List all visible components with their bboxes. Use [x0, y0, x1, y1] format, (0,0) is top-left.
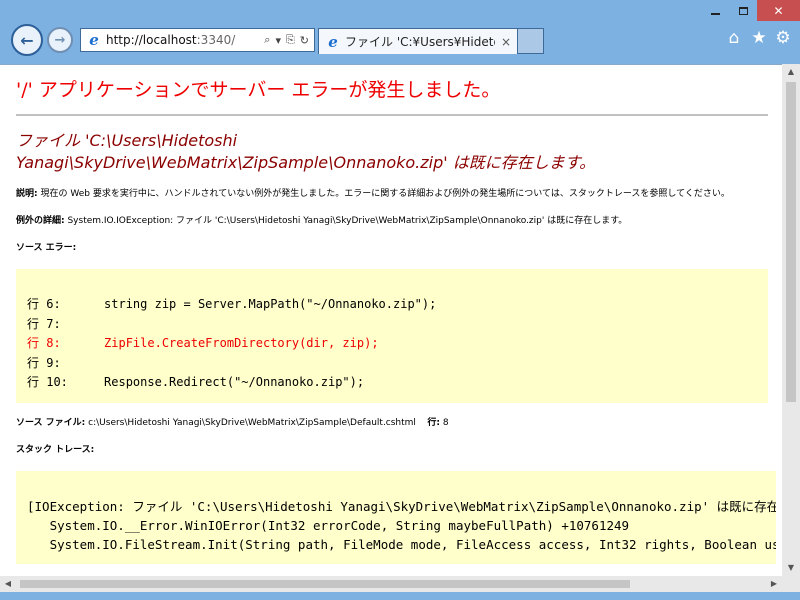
new-tab-button[interactable]	[518, 28, 544, 54]
line-number: 8	[440, 417, 449, 428]
dropdown-icon[interactable]: ▾	[275, 34, 281, 47]
ie-icon: e	[89, 31, 99, 49]
maximize-button[interactable]	[730, 0, 757, 21]
minimize-button[interactable]	[700, 0, 730, 21]
scroll-left-icon[interactable]: ◀	[0, 576, 16, 592]
source-error-label: ソース エラー:	[16, 243, 77, 253]
stack-line: [IOException: ファイル 'C:\Users\Hidetoshi Y…	[27, 498, 776, 514]
address-bar[interactable]: e http://localhost:3340/ ⌕ ▾ ⎘ ↻	[80, 28, 315, 52]
scroll-right-icon[interactable]: ▶	[766, 576, 782, 592]
stack-trace-heading: スタック トレース:	[16, 444, 776, 457]
scrollbar-corner	[782, 576, 800, 592]
close-icon: ✕	[773, 3, 784, 18]
description-text: 現在の Web 要求を実行中に、ハンドルされていない例外が発生しました。エラーに…	[37, 189, 730, 199]
page-title: '/' アプリケーションでサーバー エラーが発生しました。	[16, 79, 501, 101]
error-page: '/' アプリケーションでサーバー エラーが発生しました。 ファイル 'C:\U…	[16, 65, 776, 564]
description: 説明: 現在の Web 要求を実行中に、ハンドルされていない例外が発生しました。…	[16, 188, 776, 201]
compat-view-icon[interactable]: ⎘	[286, 33, 295, 47]
exception-text: System.IO.IOException: ファイル 'C:\Users\Hi…	[64, 216, 628, 226]
stack-line: System.IO.FileStream.Init(String path, F…	[27, 536, 776, 552]
code-line: 行 10: Response.Redirect("~/Onnanoko.zip"…	[27, 375, 365, 389]
error-heading-line1: ファイル 'C:\Users\Hidetoshi	[16, 131, 238, 150]
tab-title: ファイル 'C:¥Users¥Hideto...	[345, 35, 495, 49]
vertical-scroll-thumb[interactable]	[786, 82, 796, 402]
minimize-icon	[710, 12, 720, 15]
source-file-label: ソース ファイル:	[16, 417, 86, 428]
stack-trace-box: [IOException: ファイル 'C:\Users\Hidetoshi Y…	[16, 470, 776, 564]
vertical-scrollbar[interactable]: ▲ ▼	[782, 64, 800, 576]
browser-toolbar: ✕ ← → e http://localhost:3340/ ⌕ ▾ ⎘ ↻ e…	[0, 0, 800, 64]
line-label: 行:	[427, 417, 440, 428]
close-window-button[interactable]: ✕	[757, 0, 800, 21]
maximize-icon	[739, 6, 748, 15]
tab-ie-icon: e	[328, 32, 338, 51]
favorites-icon[interactable]: ★	[749, 28, 769, 48]
home-icon[interactable]: ⌂	[724, 28, 744, 48]
address-url-port: :3340/	[196, 33, 236, 47]
code-line: 行 6: string zip = Server.MapPath("~/Onna…	[27, 297, 437, 311]
code-line: 行 9:	[27, 355, 61, 370]
source-code-box: 行 6: string zip = Server.MapPath("~/Onna…	[16, 269, 768, 403]
search-icon[interactable]: ⌕	[264, 33, 270, 47]
description-label: 説明:	[16, 189, 38, 199]
horizontal-scrollbar[interactable]: ◀ ▶	[0, 576, 782, 592]
forward-icon: →	[54, 32, 66, 48]
source-file-path: c:\Users\Hidetoshi Yanagi\SkyDrive\WebMa…	[85, 417, 416, 428]
error-heading-line2: Yanagi\SkyDrive\WebMatrix\ZipSample\Onna…	[16, 153, 596, 172]
source-file: ソース ファイル: c:\Users\Hidetoshi Yanagi\SkyD…	[16, 417, 776, 430]
refresh-icon[interactable]: ↻	[300, 34, 309, 47]
forward-button[interactable]: →	[47, 27, 73, 53]
window-bottom-edge	[0, 592, 800, 600]
source-error-heading: ソース エラー:	[16, 242, 776, 255]
address-tools: ⌕ ▾ ⎘ ↻	[264, 33, 314, 47]
back-icon: ←	[20, 30, 34, 50]
code-line: 行 7:	[27, 316, 61, 331]
tab-active[interactable]: e ファイル 'C:¥Users¥Hideto... ×	[318, 28, 518, 54]
browser-window: ✕ ← → e http://localhost:3340/ ⌕ ▾ ⎘ ↻ e…	[0, 0, 800, 600]
page-viewport: '/' アプリケーションでサーバー エラーが発生しました。 ファイル 'C:\U…	[0, 64, 782, 592]
scroll-up-icon[interactable]: ▲	[782, 64, 800, 80]
back-button[interactable]: ←	[11, 24, 43, 56]
tools-icon[interactable]: ⚙	[773, 28, 793, 48]
exception-details: 例外の詳細: System.IO.IOException: ファイル 'C:\U…	[16, 215, 776, 228]
address-url-host: http://localhost	[106, 33, 197, 47]
error-heading: ファイル 'C:\Users\Hidetoshi Yanagi\SkyDrive…	[16, 130, 776, 174]
tab-close-icon[interactable]: ×	[501, 35, 511, 49]
exception-label: 例外の詳細:	[16, 216, 65, 226]
stack-line: System.IO.__Error.WinIOError(Int32 error…	[27, 517, 630, 533]
horizontal-scroll-thumb[interactable]	[20, 580, 630, 588]
scroll-down-icon[interactable]: ▼	[782, 560, 800, 576]
stack-trace-label: スタック トレース:	[16, 444, 95, 455]
divider	[16, 114, 768, 116]
code-line-error: 行 8: ZipFile.CreateFromDirectory(dir, zi…	[27, 336, 379, 350]
